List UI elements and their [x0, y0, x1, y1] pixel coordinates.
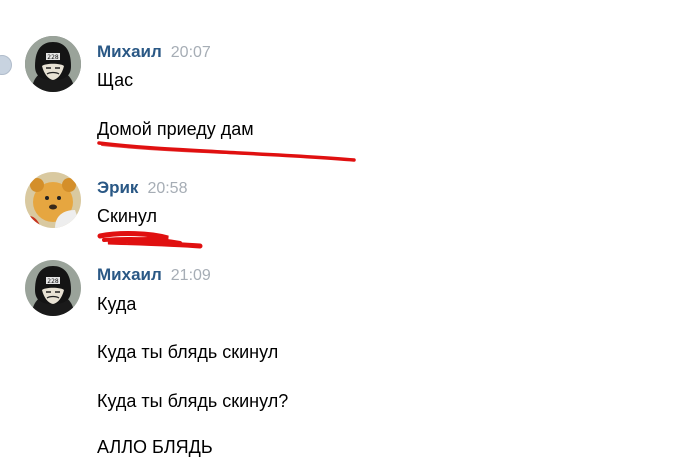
svg-text:228: 228 — [47, 278, 59, 285]
message-text: Домой приеду дам — [97, 119, 254, 139]
red-underline-1b — [101, 144, 251, 155]
message-time[interactable]: 21:09 — [171, 267, 211, 284]
red-scribble-2 — [97, 231, 203, 249]
chat-history: 228 Михаил 20:07 Щас Домой приеду дам Эр… — [0, 0, 695, 457]
author-name[interactable]: Эрик — [97, 178, 138, 197]
message-text: Куда — [97, 294, 137, 314]
message-time[interactable]: 20:07 — [171, 44, 211, 61]
message-time[interactable]: 20:58 — [147, 180, 187, 197]
author-name[interactable]: Михаил — [97, 42, 162, 61]
avatar[interactable] — [25, 172, 81, 228]
avatar-anonymous-mask-icon: 228 — [25, 36, 81, 92]
message-header: Михаил 21:09 — [97, 265, 211, 285]
message-text: Куда ты блядь скинул? — [97, 391, 289, 411]
selection-checkbox-icon[interactable] — [0, 55, 12, 75]
red-underline-1 — [97, 141, 356, 162]
message-text: АЛЛО БЛЯДЬ — [97, 437, 213, 457]
message-header: Эрик 20:58 — [97, 178, 187, 198]
red-scribble-2b — [102, 237, 182, 245]
message-text: Скинул — [97, 206, 157, 226]
avatar[interactable]: 228 — [25, 260, 81, 316]
message-header: Михаил 20:07 — [97, 42, 211, 62]
author-name[interactable]: Михаил — [97, 265, 162, 284]
avatar-anonymous-mask-icon: 228 — [25, 260, 81, 316]
message-text: Щас — [97, 70, 134, 90]
svg-text:228: 228 — [47, 54, 59, 61]
message-text: Куда ты блядь скинул — [97, 342, 279, 362]
avatar-winnie-the-pooh-icon — [25, 172, 81, 228]
avatar[interactable]: 228 — [25, 36, 81, 92]
